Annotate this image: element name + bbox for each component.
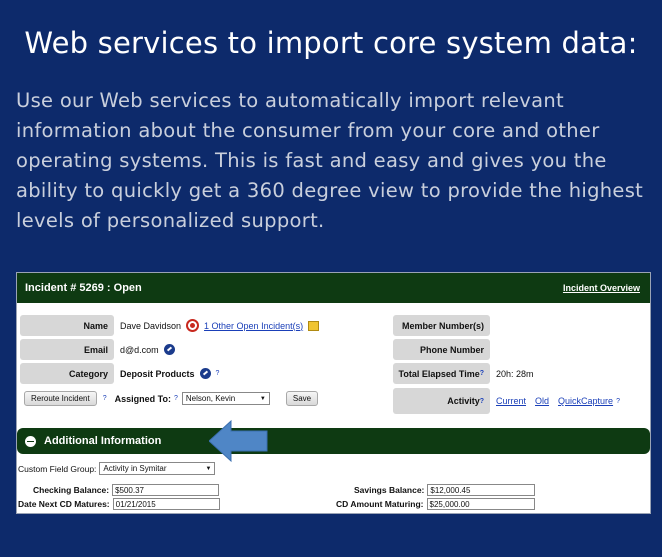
checking-balance-row: Checking Balance: $500.37 xyxy=(33,484,220,496)
chevron-down-icon: ▼ xyxy=(205,465,212,472)
cd-date-input[interactable]: 01/21/2015 xyxy=(112,498,220,510)
activity-quickcapture-link[interactable]: QuickCapture xyxy=(558,396,613,406)
quickcapture-help-icon[interactable]: ? xyxy=(616,398,620,405)
email-row: Email d@d.com xyxy=(20,339,175,360)
email-value: d@d.com xyxy=(120,344,159,355)
custom-field-group-value: Activity in Symitar xyxy=(103,464,167,473)
assigned-to-select[interactable]: Nelson, Kevin ▼ xyxy=(181,392,270,405)
custom-field-group-row: Custom Field Group: Activity in Symitar … xyxy=(18,462,216,475)
additional-info-title: Additional Information xyxy=(44,435,162,447)
elapsed-label: Total Elapsed Time xyxy=(398,368,480,379)
cd-amount-label: CD Amount Maturing: xyxy=(336,499,424,509)
customer-profile-icon[interactable] xyxy=(186,319,200,332)
activity-old-link[interactable]: Old xyxy=(535,396,549,406)
additional-info-bar[interactable]: Additional Information xyxy=(17,428,650,454)
reroute-help-icon[interactable]: ? xyxy=(103,395,107,402)
activity-help-icon[interactable]: ? xyxy=(480,398,484,405)
phone-row: Phone Number xyxy=(393,339,490,360)
incident-overview-link[interactable]: Incident Overview xyxy=(563,283,640,293)
category-value: Deposit Products xyxy=(120,368,195,379)
assigned-help-icon[interactable]: ? xyxy=(174,395,178,402)
assigned-to-value: Nelson, Kevin xyxy=(185,394,236,403)
elapsed-help-icon[interactable]: ? xyxy=(480,370,484,377)
elapsed-row: Total Elapsed Time ? 20h: 28m xyxy=(393,363,534,384)
savings-balance-label: Savings Balance: xyxy=(354,485,425,495)
name-value: Dave Davidson xyxy=(120,320,182,331)
edit-category-icon[interactable] xyxy=(199,368,211,379)
savings-balance-input[interactable]: $12,000.45 xyxy=(427,484,536,496)
cd-amount-input[interactable]: $25,000.00 xyxy=(426,498,535,510)
checking-balance-input[interactable]: $500.37 xyxy=(112,484,220,496)
edit-email-icon[interactable] xyxy=(163,344,175,355)
activity-label: Activity xyxy=(447,396,480,406)
assigned-to-label: Assigned To: xyxy=(114,393,171,404)
custom-field-group-select[interactable]: Activity in Symitar ▼ xyxy=(99,462,216,475)
name-label: Name xyxy=(20,315,114,336)
checking-balance-label: Checking Balance: xyxy=(33,485,110,495)
arrow-left-icon xyxy=(209,419,268,463)
phone-label: Phone Number xyxy=(393,339,490,360)
incident-screenshot: Incident # 5269 : Open Incident Overview… xyxy=(16,272,651,514)
slide-title: Web services to import core system data: xyxy=(24,26,638,60)
open-incidents-link[interactable]: 1 Other Open Incident(s) xyxy=(204,321,303,331)
category-label: Category xyxy=(20,363,114,384)
savings-balance-row: Savings Balance: $12,000.45 xyxy=(354,484,536,496)
assignment-row: Reroute Incident ? Assigned To: ? Nelson… xyxy=(24,388,319,409)
category-row: Category Deposit Products ? xyxy=(20,363,219,384)
activity-row: Activity ? Current Old QuickCapture ? xyxy=(393,388,620,414)
member-row: Member Number(s) xyxy=(393,315,490,336)
collapse-icon[interactable] xyxy=(25,435,36,447)
slide-body: Use our Web services to automatically im… xyxy=(16,89,644,232)
note-icon[interactable] xyxy=(308,320,320,331)
elapsed-value: 20h: 28m xyxy=(496,368,534,379)
email-label: Email xyxy=(20,339,114,360)
cd-amount-row: CD Amount Maturing: $25,000.00 xyxy=(336,498,535,510)
category-help-icon[interactable]: ? xyxy=(216,370,220,377)
activity-current-link[interactable]: Current xyxy=(496,396,526,406)
incident-header: Incident # 5269 : Open Incident Overview xyxy=(17,273,650,303)
custom-field-group-label: Custom Field Group: xyxy=(18,463,97,474)
cd-date-row: Date Next CD Matures: 01/21/2015 xyxy=(18,498,220,510)
member-label: Member Number(s) xyxy=(393,315,490,336)
cd-date-label: Date Next CD Matures: xyxy=(18,499,110,509)
chevron-down-icon: ▼ xyxy=(259,395,266,402)
save-button[interactable]: Save xyxy=(285,391,319,406)
name-row: Name Dave Davidson 1 Other Open Incident… xyxy=(20,315,320,336)
reroute-incident-button[interactable]: Reroute Incident xyxy=(24,391,97,406)
incident-title: Incident # 5269 : Open xyxy=(25,282,142,294)
